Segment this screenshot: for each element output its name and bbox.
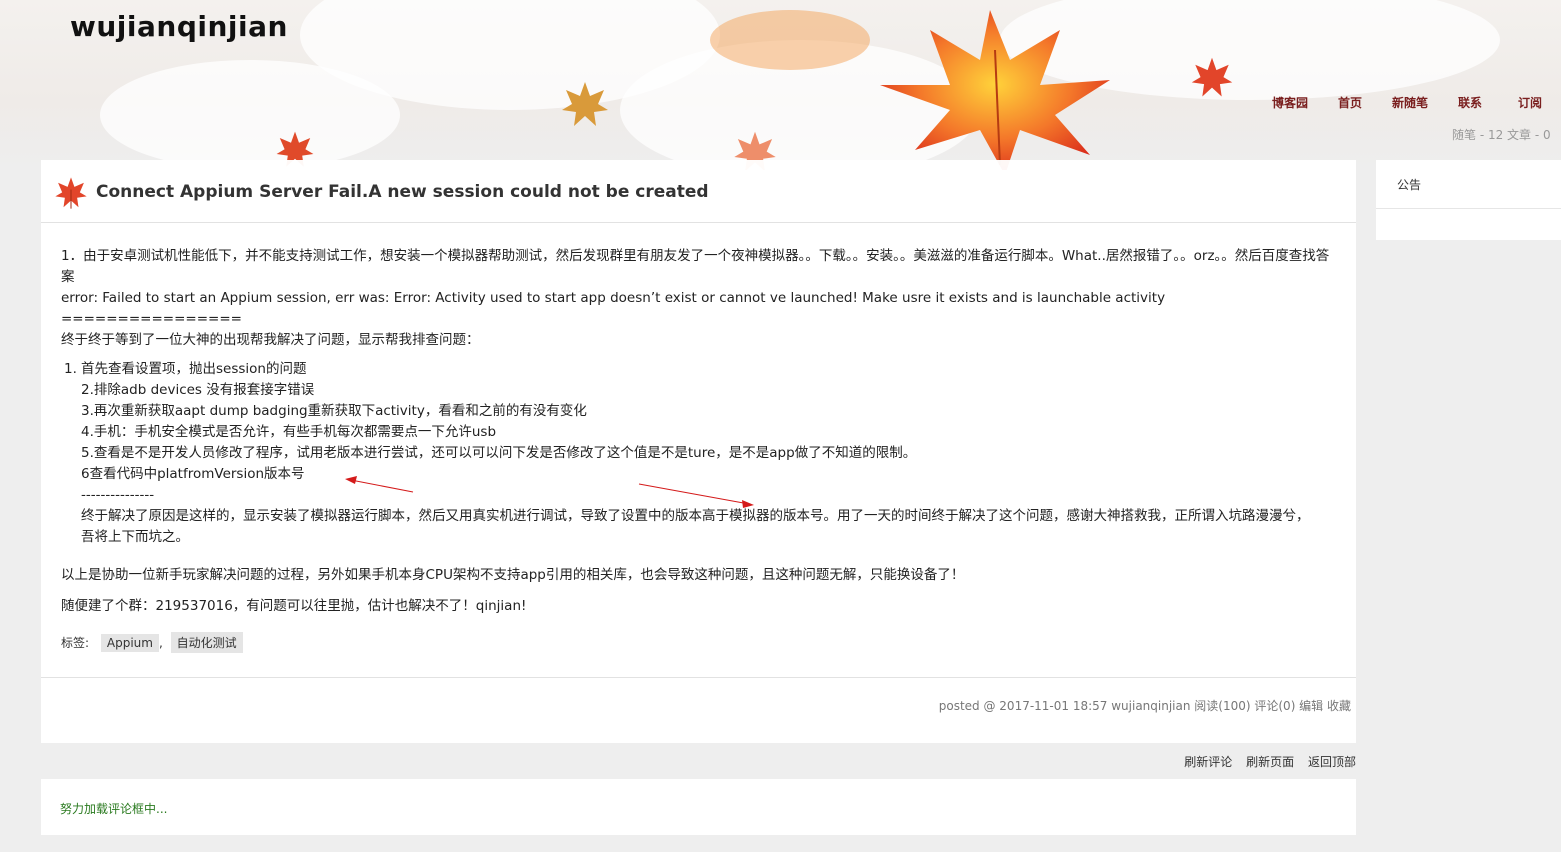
maple-leaf-icon: [710, 10, 870, 70]
sidebar-title: 公告: [1397, 178, 1422, 192]
comment-actions: 刷新评论 刷新页面 返回顶部: [1174, 753, 1356, 770]
nav-home[interactable]: 首页: [1338, 94, 1362, 111]
refresh-page-link[interactable]: 刷新页面: [1246, 755, 1294, 769]
blog-title[interactable]: wujianqinjian: [70, 10, 288, 43]
sidebar-notice: 公告: [1376, 160, 1561, 240]
maple-leaf-small-icon: [562, 82, 608, 126]
divider: [1376, 208, 1561, 209]
nav-blogpark[interactable]: 博客园: [1272, 94, 1308, 111]
comment-box: 努力加载评论框中...: [41, 779, 1356, 835]
header-banner: wujianqinjian 博客园 首页 新随笔 联系 订阅 随笔 - 12 文…: [0, 0, 1561, 170]
post-container: Connect Appium Server Fail.A new session…: [41, 160, 1356, 743]
blog-stats: 随笔 - 12 文章 - 0: [1452, 128, 1551, 142]
nav-subscribe[interactable]: 订阅: [1518, 94, 1542, 111]
nav-new-post[interactable]: 新随笔: [1392, 94, 1428, 111]
nav-contact[interactable]: 联系: [1458, 94, 1482, 111]
maple-leaf-small-icon: [1191, 57, 1233, 97]
refresh-comments-link[interactable]: 刷新评论: [1184, 755, 1232, 769]
maple-leaf-large-icon: [880, 10, 1110, 170]
comment-loading-text: 努力加载评论框中...: [60, 802, 168, 816]
back-to-top-link[interactable]: 返回顶部: [1308, 755, 1356, 769]
annotation-arrows: [345, 476, 754, 508]
